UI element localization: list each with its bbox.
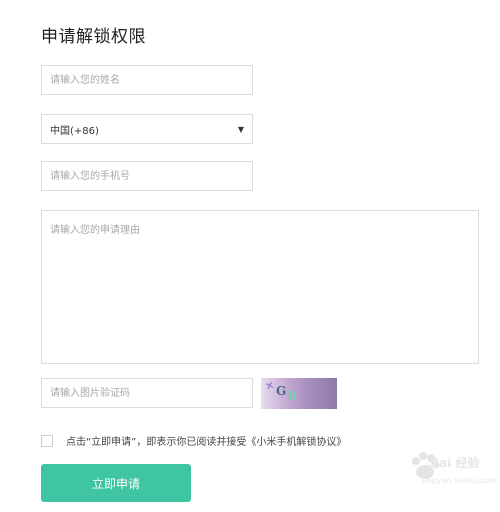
captcha-input[interactable] (41, 378, 253, 408)
page-title: 申请解锁权限 (41, 27, 146, 47)
watermark-url: jingyan.baidu.com (422, 476, 496, 485)
country-code-select[interactable]: 中国(+86) ▼ (41, 114, 253, 144)
reason-textarea[interactable] (41, 210, 479, 364)
baidu-watermark: Bai 经验 jingyan.baidu.com (400, 450, 496, 500)
name-input[interactable] (41, 65, 253, 95)
agreement-row: 点击“立即申请”，即表示你已阅读并接受《小米手机解锁协议》 (41, 433, 346, 448)
captcha-image[interactable]: × G B · (261, 378, 337, 409)
agreement-text: 点击“立即申请”，即表示你已阅读并接受《小米手机解锁协议》 (66, 437, 347, 448)
dropdown-arrow-icon: ▼ (237, 124, 244, 134)
country-code-value: 中国(+86) (50, 125, 99, 137)
agreement-checkbox[interactable] (41, 434, 53, 447)
phone-input[interactable] (41, 161, 253, 191)
submit-button[interactable]: 立即申请 (41, 464, 191, 502)
watermark-text: Bai 经验 (430, 456, 480, 470)
